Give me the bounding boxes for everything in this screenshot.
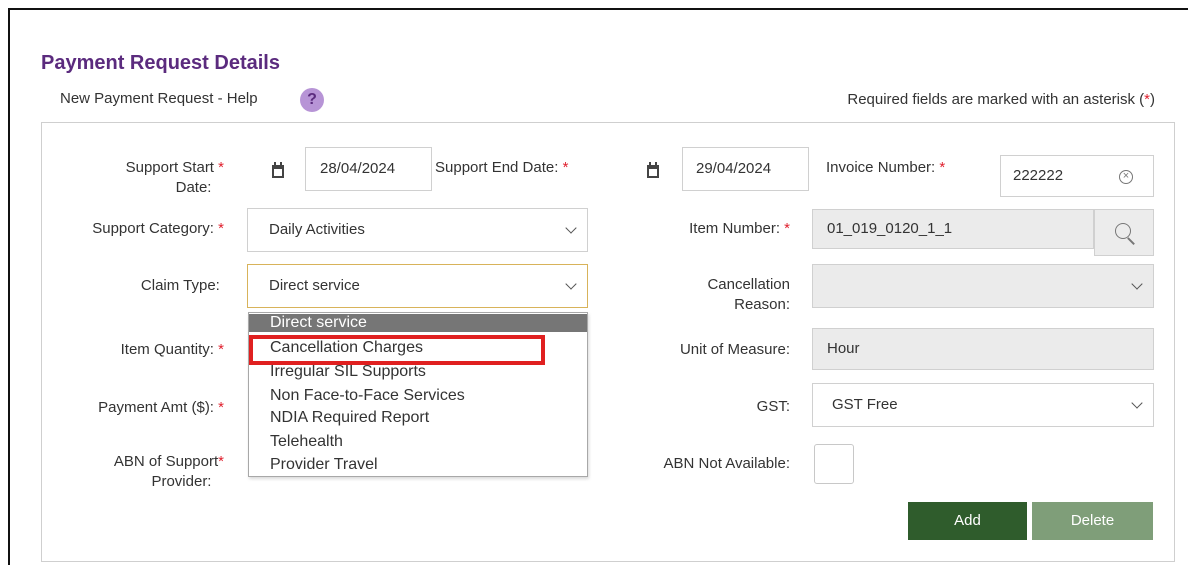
required-star: * xyxy=(784,220,790,237)
item-number-label-text: Item Number: xyxy=(689,220,780,237)
required-star: * xyxy=(218,341,224,358)
gst-value: GST Free xyxy=(832,396,898,413)
item-search-button[interactable] xyxy=(1094,209,1154,256)
required-star: * xyxy=(218,220,224,237)
chevron-down-icon xyxy=(1131,278,1143,290)
claim-type-option[interactable]: Non Face-to-Face Services xyxy=(249,387,587,405)
payment-amount-label-text: Payment Amt ($): xyxy=(98,399,214,416)
support-category-select[interactable]: Daily Activities xyxy=(247,208,588,252)
gst-select[interactable]: GST Free xyxy=(812,383,1154,427)
search-icon-handle xyxy=(1127,237,1135,245)
claim-type-option[interactable]: Provider Travel xyxy=(249,456,587,474)
claim-type-option[interactable]: Direct service xyxy=(249,314,587,332)
add-button[interactable]: Add xyxy=(908,502,1027,540)
required-star: * xyxy=(939,159,946,176)
support-end-date-value: 29/04/2024 xyxy=(696,160,772,177)
required-star: * xyxy=(218,159,224,176)
support-category-label: Support Category: * xyxy=(60,219,224,239)
claim-type-option[interactable]: NDIA Required Report xyxy=(249,409,587,427)
claim-type-option[interactable]: Irregular SIL Supports xyxy=(249,363,587,381)
support-category-value: Daily Activities xyxy=(269,221,365,238)
required-star: * xyxy=(218,399,224,416)
help-link[interactable]: New Payment Request - Help xyxy=(60,90,258,107)
support-category-label-text: Support Category: xyxy=(92,220,214,237)
support-end-label-text: Support End Date: xyxy=(435,159,559,176)
support-start-label-line2: Date: xyxy=(175,179,212,196)
abn-label-line1: ABN of Support xyxy=(113,453,219,470)
delete-button[interactable]: Delete xyxy=(1032,502,1153,540)
claim-type-label-text: Claim Type: xyxy=(140,277,220,294)
cancellation-reason-select[interactable] xyxy=(812,264,1154,308)
support-start-label: Support Start * Date: xyxy=(60,158,224,198)
support-start-label-line1: Support Start xyxy=(125,159,214,176)
support-start-date-input[interactable]: 28/04/2024 xyxy=(305,147,432,191)
calendar-icon[interactable] xyxy=(647,162,659,178)
chevron-down-icon xyxy=(565,222,577,234)
chevron-down-icon xyxy=(565,278,577,290)
claim-type-value: Direct service xyxy=(269,277,360,294)
gst-label-text: GST: xyxy=(756,398,790,415)
clear-icon[interactable]: × xyxy=(1119,170,1133,184)
payment-amount-label: Payment Amt ($): * xyxy=(60,398,224,418)
item-number-value: 01_019_0120_1_1 xyxy=(827,220,953,237)
required-star: * xyxy=(218,453,224,470)
cancellation-label-line2: Reason: xyxy=(734,296,790,313)
help-icon[interactable]: ? xyxy=(300,88,324,112)
claim-type-option[interactable]: Telehealth xyxy=(249,433,587,451)
chevron-down-icon xyxy=(1131,397,1143,409)
abn-not-available-label: ABN Not Available: xyxy=(610,454,790,474)
abn-label-line2: Provider: xyxy=(151,473,212,490)
gst-label: GST: xyxy=(610,397,790,417)
claim-type-label: Claim Type: xyxy=(60,276,224,296)
calendar-icon[interactable] xyxy=(272,162,284,178)
cancellation-reason-label: Cancellation Reason: xyxy=(610,275,790,315)
abn-not-available-label-text: ABN Not Available: xyxy=(663,455,790,472)
invoice-number-label: Invoice Number: * xyxy=(826,158,986,178)
support-end-label: Support End Date: * xyxy=(435,158,599,178)
item-quantity-label-text: Item Quantity: xyxy=(120,341,214,358)
invoice-number-value: 222222 xyxy=(1013,167,1064,184)
support-start-date-value: 28/04/2024 xyxy=(320,160,396,177)
required-note-end: ) xyxy=(1150,91,1155,108)
unit-of-measure-label-text: Unit of Measure: xyxy=(679,341,790,358)
unit-of-measure-value: Hour xyxy=(827,340,860,357)
highlight-annotation-box xyxy=(249,335,545,365)
item-number-label: Item Number: * xyxy=(610,219,790,239)
unit-of-measure-input[interactable]: Hour xyxy=(812,328,1154,370)
required-star: * xyxy=(562,159,569,176)
required-note-text: Required fields are marked with an aster… xyxy=(847,91,1145,108)
abn-not-available-checkbox[interactable] xyxy=(814,444,854,484)
item-quantity-label: Item Quantity: * xyxy=(60,340,224,360)
cancellation-label-line1: Cancellation xyxy=(707,276,790,293)
claim-type-select[interactable]: Direct service xyxy=(247,264,588,308)
unit-of-measure-label: Unit of Measure: xyxy=(610,340,790,360)
abn-label: ABN of Support* Provider: xyxy=(60,452,224,492)
item-number-input[interactable]: 01_019_0120_1_1 xyxy=(812,209,1094,249)
required-fields-note: Required fields are marked with an aster… xyxy=(847,91,1155,108)
support-end-date-input[interactable]: 29/04/2024 xyxy=(682,147,809,191)
page-title: Payment Request Details xyxy=(41,52,280,74)
invoice-number-label-text: Invoice Number: xyxy=(826,159,936,176)
